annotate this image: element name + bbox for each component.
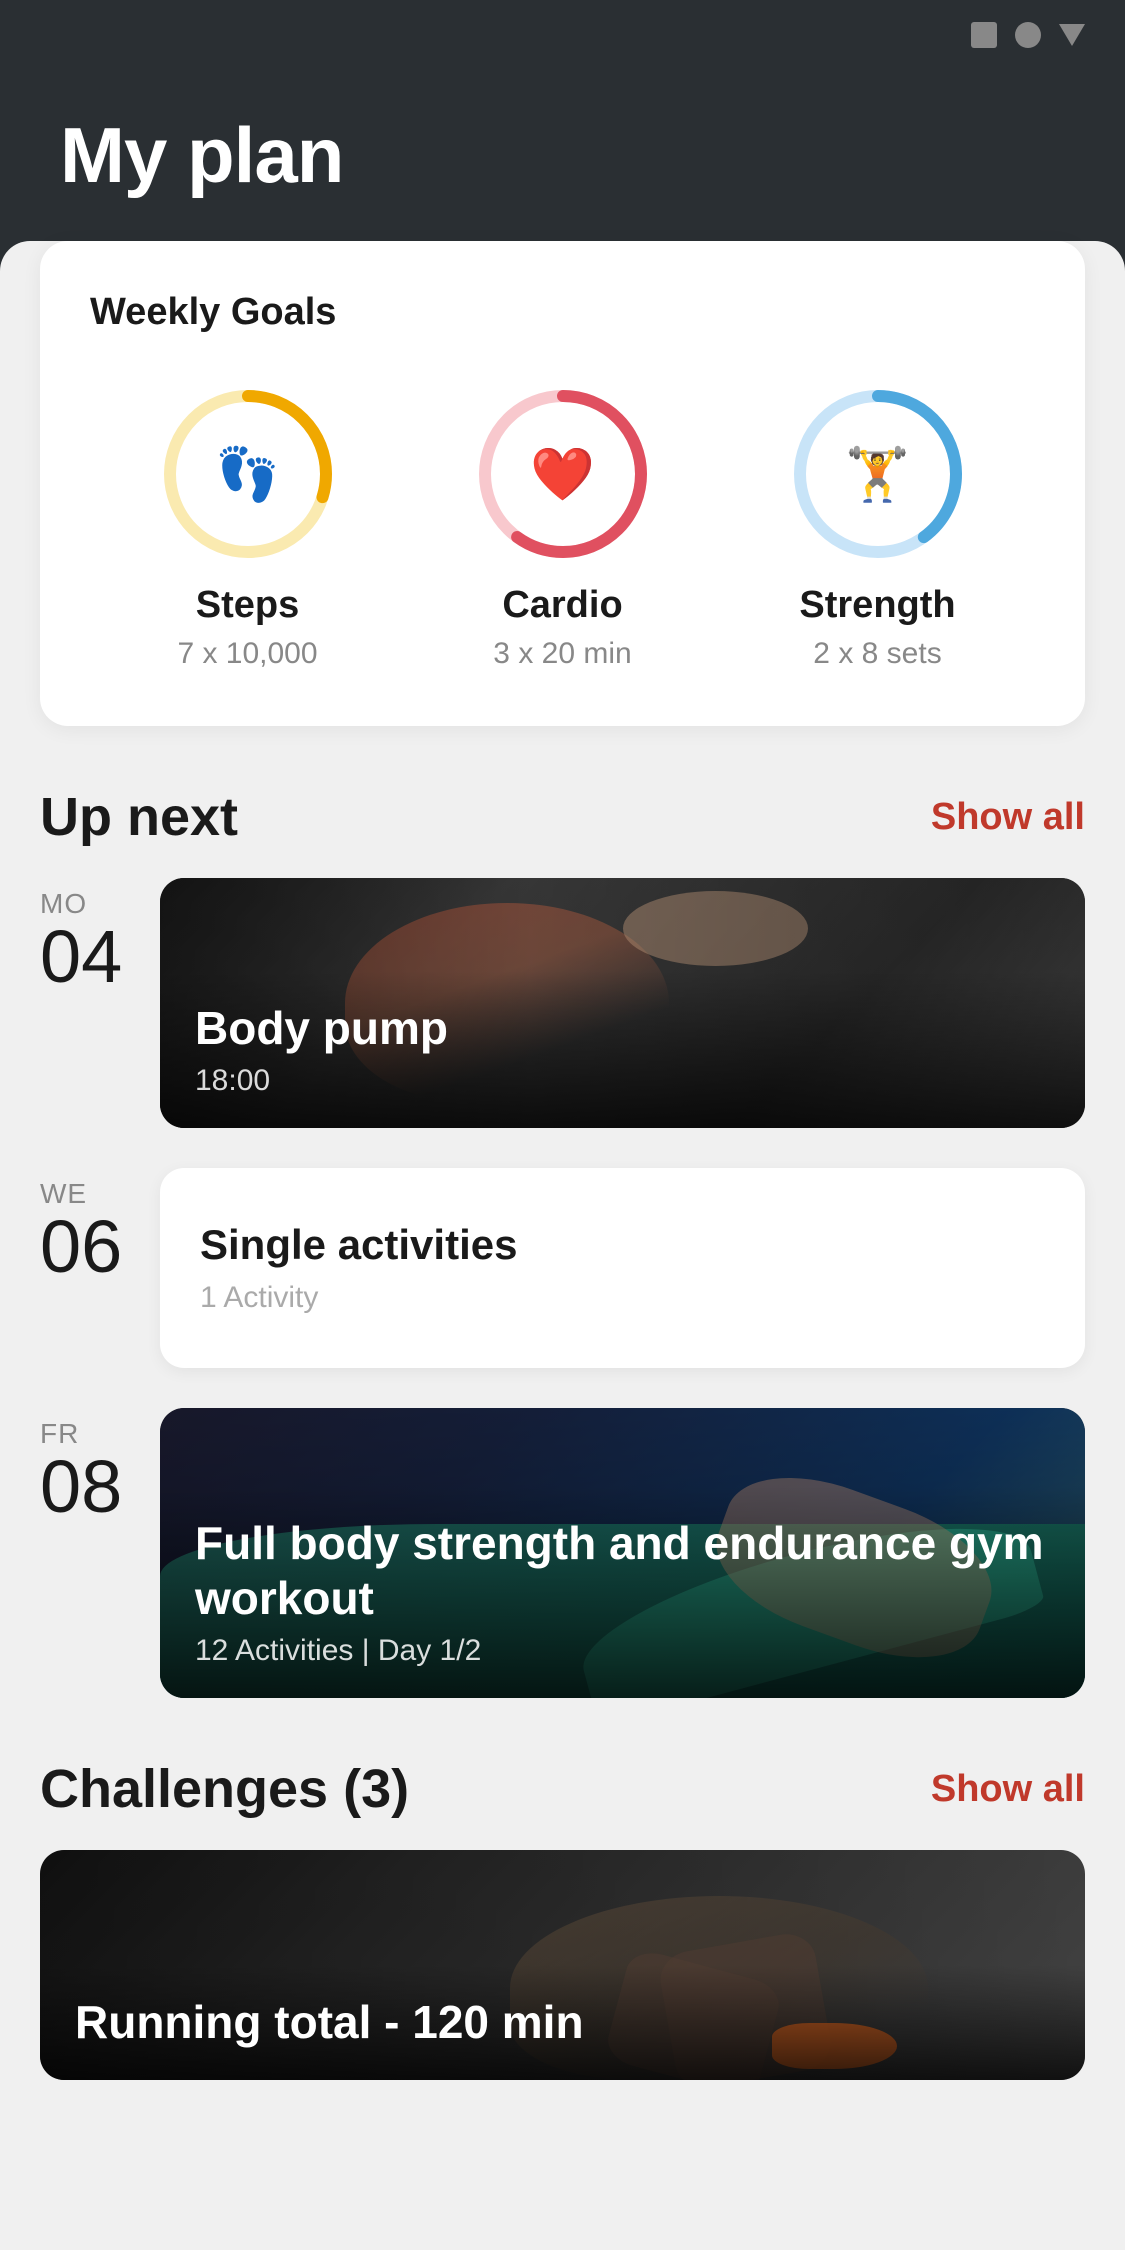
cardio-label: Cardio (502, 584, 622, 627)
strength-icon: 🏋 (845, 444, 910, 505)
cardio-icon: ❤️ (530, 444, 595, 505)
bodypump-overlay: Body pump 18:00 (160, 971, 1085, 1128)
up-next-header: Up next Show all (40, 786, 1085, 848)
goal-circle-strength: 🏋 (788, 384, 968, 564)
date-col-fr08: FR 08 (40, 1408, 130, 1524)
status-bar (0, 0, 1125, 70)
steps-sublabel: 7 x 10,000 (177, 637, 317, 671)
single-activities-title: Single activities (200, 1221, 1045, 1269)
running-overlay: Running total - 120 min (40, 1965, 1085, 2080)
activity-card-bodypump[interactable]: Body pump 18:00 (160, 878, 1085, 1128)
goal-item-steps[interactable]: 👣 Steps 7 x 10,000 (158, 384, 338, 671)
activity-card-fullbody[interactable]: Full body strength and endurance gym wor… (160, 1408, 1085, 1698)
status-icon-triangle (1059, 24, 1085, 46)
date-col-mo04: MO 04 (40, 878, 130, 994)
up-next-show-all-button[interactable]: Show all (931, 796, 1085, 839)
date-num-06: 06 (40, 1210, 122, 1284)
steps-icon: 👣 (215, 444, 280, 505)
running-title: Running total - 120 min (75, 1995, 1050, 2050)
weekly-goals-card: Weekly Goals 👣 Steps 7 x 10,000 (40, 241, 1085, 726)
up-next-title: Up next (40, 786, 238, 848)
goal-circle-cardio: ❤️ (473, 384, 653, 564)
strength-sublabel: 2 x 8 sets (813, 637, 941, 671)
challenges-show-all-button[interactable]: Show all (931, 1768, 1085, 1811)
goal-item-cardio[interactable]: ❤️ Cardio 3 x 20 min (473, 384, 653, 671)
steps-label: Steps (196, 584, 299, 627)
goals-row: 👣 Steps 7 x 10,000 ❤️ Cardio 3 x 20 min (90, 384, 1035, 671)
challenges-section: Challenges (3) Show all Running total - … (40, 1758, 1085, 2080)
goal-item-strength[interactable]: 🏋 Strength 2 x 8 sets (788, 384, 968, 671)
bodypump-title: Body pump (195, 1001, 1050, 1056)
challenges-title: Challenges (3) (40, 1758, 409, 1820)
schedule-item-fr08[interactable]: FR 08 Full body strength and endurance g… (40, 1408, 1085, 1698)
date-num-04: 04 (40, 920, 122, 994)
strength-label: Strength (799, 584, 955, 627)
goal-circle-steps: 👣 (158, 384, 338, 564)
schedule-item-we06[interactable]: WE 06 Single activities 1 Activity (40, 1168, 1085, 1368)
challenges-card-running[interactable]: Running total - 120 min (40, 1850, 1085, 2080)
activity-card-single[interactable]: Single activities 1 Activity (160, 1168, 1085, 1368)
main-content: Weekly Goals 👣 Steps 7 x 10,000 (0, 241, 1125, 2120)
schedule-item-mo04[interactable]: MO 04 Body pump 18:00 (40, 878, 1085, 1128)
date-col-we06: WE 06 (40, 1168, 130, 1284)
status-icon-square (971, 22, 997, 48)
fullbody-subtitle: 12 Activities | Day 1/2 (195, 1634, 1050, 1668)
status-icon-circle (1015, 22, 1041, 48)
up-next-section: Up next Show all MO 04 Body pump 18:00 (40, 786, 1085, 1698)
date-num-08: 08 (40, 1450, 122, 1524)
page-title: My plan (60, 110, 1065, 201)
fullbody-title: Full body strength and endurance gym wor… (195, 1516, 1050, 1626)
cardio-sublabel: 3 x 20 min (493, 637, 631, 671)
bodypump-time: 18:00 (195, 1064, 1050, 1098)
fullbody-overlay: Full body strength and endurance gym wor… (160, 1486, 1085, 1698)
challenges-header: Challenges (3) Show all (40, 1758, 1085, 1820)
single-activities-subtitle: 1 Activity (200, 1281, 1045, 1315)
weekly-goals-title: Weekly Goals (90, 291, 1035, 334)
